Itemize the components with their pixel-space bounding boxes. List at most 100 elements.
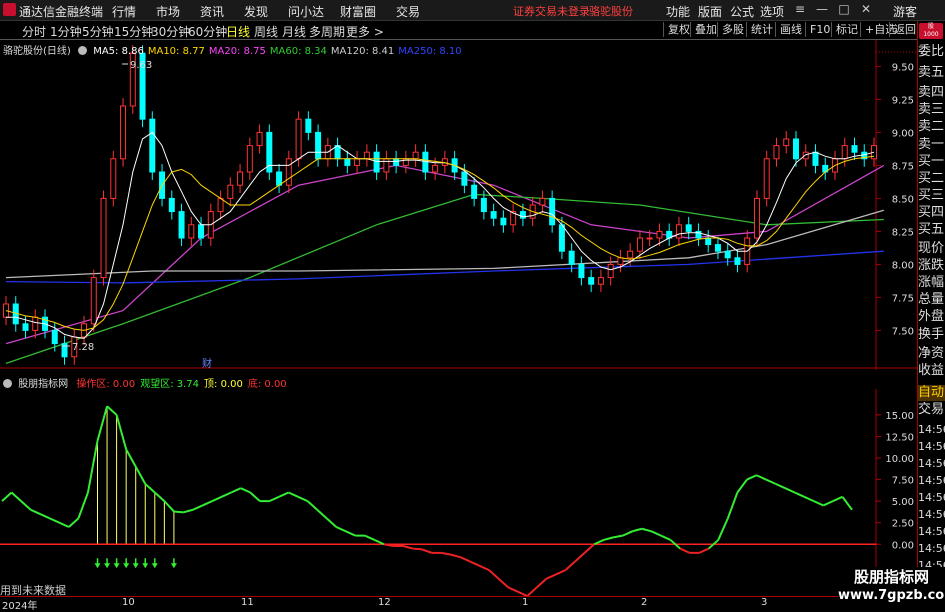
back-button[interactable]: 返回 <box>889 22 920 37</box>
maximize-icon[interactable]: □ <box>837 2 851 16</box>
guest-login[interactable]: 游客 <box>893 3 917 20</box>
tf-monthly[interactable]: 月线 <box>282 23 306 40</box>
indicator-segment <box>746 474 757 481</box>
login-notice[interactable]: 证券交易未登录 <box>513 3 590 19</box>
indicator-legend-item: 顶: 0.00 <box>204 379 243 390</box>
down-arrow-icon <box>113 563 120 569</box>
menu-xuanxiang[interactable]: 选项 <box>760 3 784 20</box>
tf-1min[interactable]: 1分钟 <box>50 23 82 40</box>
candle-body <box>734 257 741 265</box>
candle-body <box>851 145 858 153</box>
minimize-icon[interactable]: — <box>815 2 829 16</box>
price-tick-label: 8.50 <box>892 194 914 205</box>
indicator-segment <box>39 513 51 520</box>
tf-daily[interactable]: 日线 <box>226 23 250 40</box>
f10-button[interactable]: F10 <box>805 22 834 37</box>
indicator-segment <box>794 491 805 498</box>
menu-faxian[interactable]: 发现 <box>244 3 268 20</box>
trade-time: 14:56 <box>918 440 945 453</box>
watermark-url: www.7gpzb.com <box>838 588 945 603</box>
indicator-segment <box>68 517 80 528</box>
indicator-segment <box>173 510 184 514</box>
candle-body <box>549 197 556 226</box>
candle-body <box>32 316 39 331</box>
menu-caifuquan[interactable]: 财富圈 <box>340 3 376 20</box>
quote-field-label: 总量 <box>918 292 945 307</box>
level2-badge-icon[interactable]: 股 1000 <box>919 23 943 39</box>
indicator-segment <box>134 466 147 485</box>
menu-shichang[interactable]: 市场 <box>156 3 180 20</box>
candle-body <box>295 118 302 160</box>
close-icon[interactable]: ✕ <box>859 2 873 16</box>
cai-marker[interactable]: 财 <box>202 357 212 370</box>
candle-body <box>354 158 361 166</box>
indicator-segment <box>622 530 633 537</box>
indicator-legend-item: 操作区: 0.00 <box>76 379 136 390</box>
indicator-line <box>1 405 853 596</box>
price-chart[interactable]: 9.50 9.25 9.00 8.75 8.50 8.25 8.00 7.75 7.50 9.6… <box>0 40 918 370</box>
indicator-segment <box>460 556 471 563</box>
mark-button[interactable]: 标记 <box>831 22 862 37</box>
indicator-segment <box>30 508 41 515</box>
ma-legend-item: MA120: 8.41 <box>330 46 395 57</box>
indicator-segment <box>106 405 118 416</box>
candle-body <box>334 145 341 160</box>
down-arrow-icon <box>170 563 177 569</box>
tf-more[interactable]: 更多 > <box>346 23 384 40</box>
trade-time: 14:56 <box>918 508 945 521</box>
tf-30min[interactable]: 30分钟 <box>151 23 190 40</box>
indicator-segment <box>479 564 490 572</box>
menu-wenxiaoda[interactable]: 问小达 <box>288 3 324 20</box>
indicator-segment <box>526 586 538 596</box>
draw-line-button[interactable]: 画线 <box>775 22 806 37</box>
candle-body <box>685 224 692 232</box>
indicator-segment <box>421 548 433 554</box>
high-label: 9.63 <box>130 60 152 71</box>
indicator-tick-label: 12.50 <box>885 432 914 443</box>
menu-jiaoyi[interactable]: 交易 <box>396 3 420 20</box>
menu-zixun[interactable]: 资讯 <box>200 3 224 20</box>
quote-field-label: 外盘 <box>918 309 945 324</box>
tf-fenshi[interactable]: 分时 <box>22 23 46 40</box>
indicator-chart[interactable]: 15.00 12.50 10.00 7.50 5.00 2.50 0.00 <box>0 389 918 596</box>
candle-body <box>51 329 58 345</box>
multi-stock-button[interactable]: 多股 <box>717 22 748 37</box>
menu-banmian[interactable]: 版面 <box>698 3 722 20</box>
ma-legend-item: MA250: 8.10 <box>398 46 462 57</box>
candle-body <box>373 151 380 173</box>
tab-trade[interactable]: 交易 <box>918 402 945 418</box>
indicator-tick-label: 2.50 <box>892 519 914 530</box>
indicator-segment <box>96 405 109 442</box>
indicator-settings-icon[interactable] <box>3 379 12 388</box>
indicator-segment <box>77 492 89 519</box>
menu-gongshi[interactable]: 公式 <box>730 3 754 20</box>
tf-60min[interactable]: 60分钟 <box>188 23 227 40</box>
tf-weekly[interactable]: 周线 <box>254 23 278 40</box>
candle-body <box>110 158 117 199</box>
candle-body <box>315 131 322 160</box>
indicator-tick-label: 7.50 <box>892 476 914 487</box>
candle-body <box>792 138 799 160</box>
candle-body <box>773 145 780 160</box>
menu-icon[interactable]: ≡ <box>793 2 807 16</box>
tab-auto[interactable]: 自动 <box>918 385 945 401</box>
menu-hangqing[interactable]: 行情 <box>112 3 136 20</box>
candle-body <box>237 171 244 186</box>
ma-legend-item: MA60: 8.34 <box>269 46 327 57</box>
indicator-legend-item: 底: 0.00 <box>247 379 287 390</box>
candle-body <box>363 151 370 160</box>
candle-body <box>636 237 643 252</box>
settings-dot-icon[interactable] <box>78 46 87 55</box>
stats-button[interactable]: 统计 <box>746 22 777 37</box>
short-moving-average-lines <box>5 131 875 339</box>
x-label: 1 <box>522 597 529 608</box>
tf-5min[interactable]: 5分钟 <box>82 23 114 40</box>
indicator-segment <box>717 517 729 541</box>
menu-gongneng[interactable]: 功能 <box>666 3 690 20</box>
candle-body <box>217 197 224 213</box>
indicator-segment <box>803 495 815 503</box>
tf-multi[interactable]: 多周期 <box>309 23 345 40</box>
stock-name-link[interactable]: 骆驼股份 <box>589 3 633 19</box>
buy-arrows <box>94 558 177 569</box>
tf-15min[interactable]: 15分钟 <box>114 23 153 40</box>
